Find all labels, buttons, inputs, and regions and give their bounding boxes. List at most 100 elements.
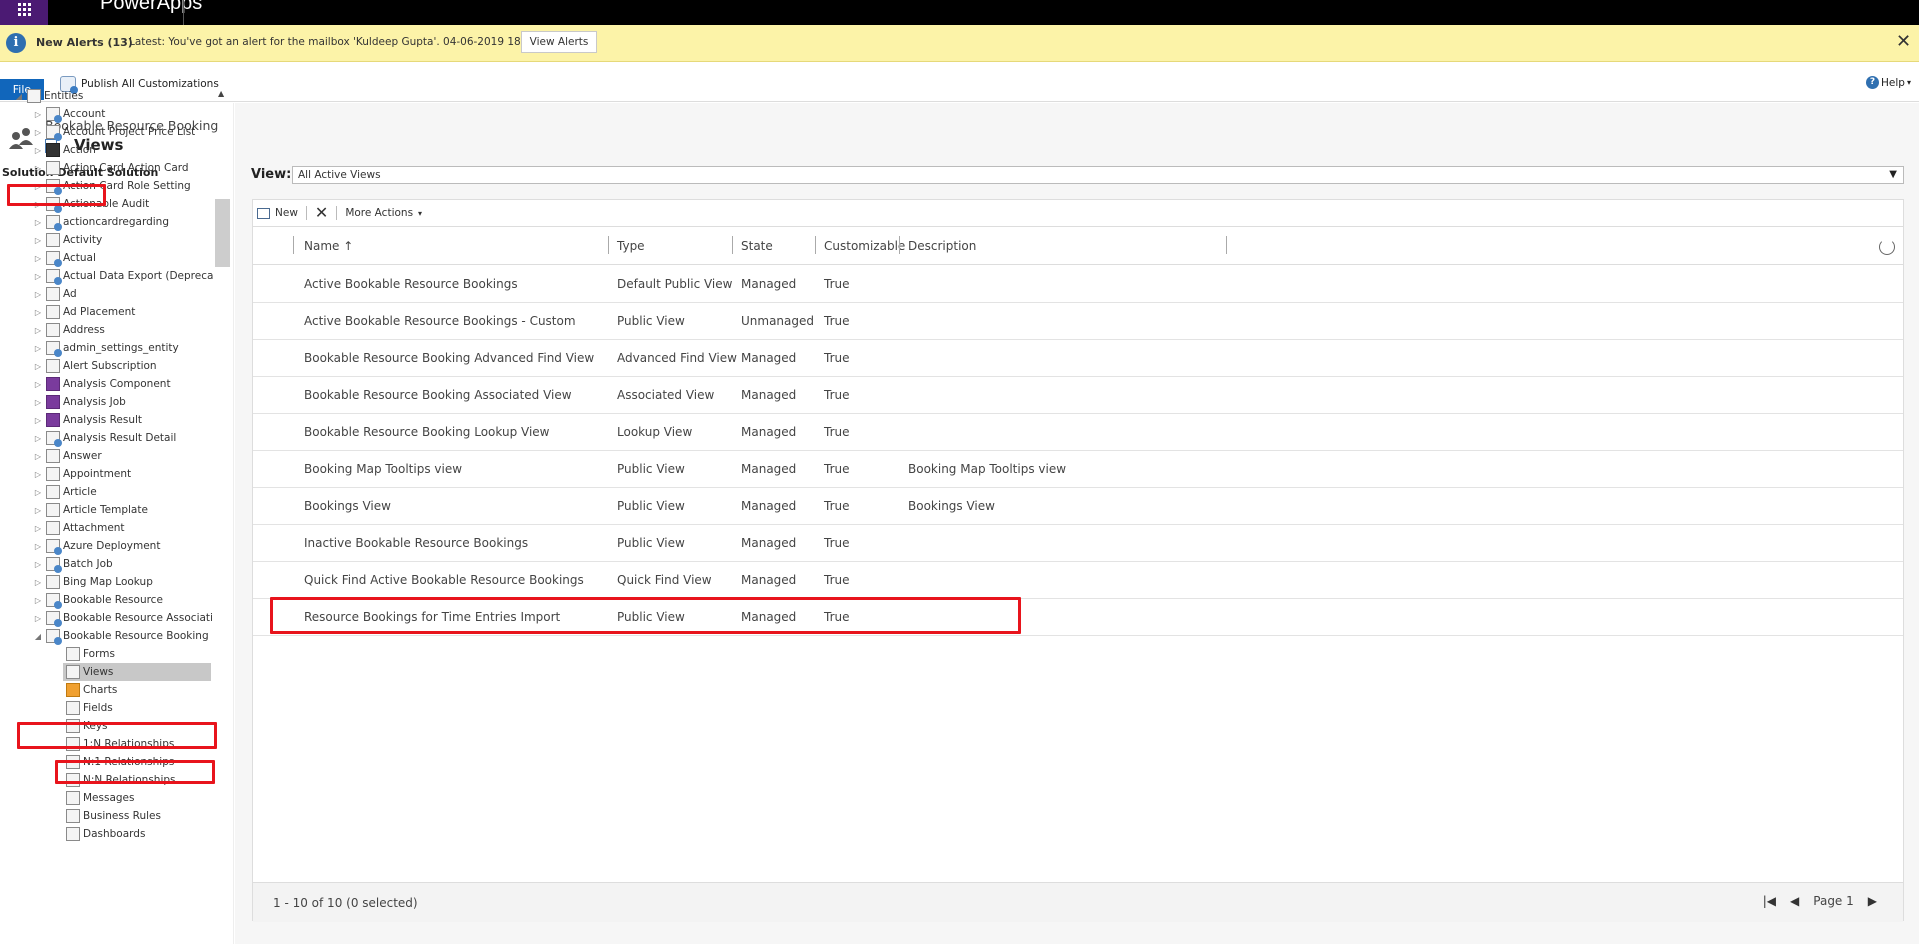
tree-item[interactable]: ▷ Appointment bbox=[33, 465, 131, 483]
tree-item[interactable]: ▷ Bookable Resource Associati... bbox=[33, 609, 214, 627]
cell-name[interactable]: Bookable Resource Booking Lookup View bbox=[304, 425, 550, 439]
tree-item[interactable]: ▷ Activity bbox=[33, 231, 102, 249]
tree-item[interactable]: ▷ Action bbox=[33, 141, 96, 159]
column-divider[interactable] bbox=[608, 236, 609, 254]
view-alerts-button[interactable]: View Alerts bbox=[521, 31, 597, 53]
collapsed-arrow-icon[interactable]: ▷ bbox=[33, 506, 43, 515]
collapsed-arrow-icon[interactable]: ▷ bbox=[33, 434, 43, 443]
expanded-arrow-icon[interactable]: ◢ bbox=[33, 632, 43, 641]
tree-item[interactable]: ▷ Article bbox=[33, 483, 97, 501]
tree-item[interactable]: ▷ Bookable Resource bbox=[33, 591, 163, 609]
tree-item[interactable]: ▷ Alert Subscription bbox=[33, 357, 157, 375]
help-button[interactable]: ? Help ▾ bbox=[1866, 76, 1911, 89]
table-row[interactable]: Bookings View Public View Managed True Booki… bbox=[253, 488, 1903, 525]
collapsed-arrow-icon[interactable]: ▷ bbox=[33, 254, 43, 263]
tree-item[interactable]: ▷ Bing Map Lookup bbox=[33, 573, 153, 591]
cell-name[interactable]: Booking Map Tooltips view bbox=[304, 462, 462, 476]
column-divider[interactable] bbox=[732, 236, 733, 254]
new-button[interactable]: New bbox=[253, 200, 298, 226]
tree-item[interactable]: Business Rules bbox=[63, 807, 161, 825]
tree-item[interactable]: ▷ Analysis Component bbox=[33, 375, 171, 393]
cell-name[interactable]: Quick Find Active Bookable Resource Book… bbox=[304, 573, 584, 587]
column-divider[interactable] bbox=[293, 236, 294, 254]
tree-item[interactable]: ▷ Action Card Action Card bbox=[33, 159, 189, 177]
tree-item[interactable]: Dashboards bbox=[63, 825, 145, 841]
table-row[interactable]: Active Bookable Resource Bookings Default… bbox=[253, 266, 1903, 303]
tree-item[interactable]: ▷ Article Template bbox=[33, 501, 148, 519]
collapsed-arrow-icon[interactable]: ▷ bbox=[33, 398, 43, 407]
table-row[interactable]: Bookable Resource Booking Associated Vie… bbox=[253, 377, 1903, 414]
table-row[interactable]: Bookable Resource Booking Lookup View Loo… bbox=[253, 414, 1903, 451]
collapsed-arrow-icon[interactable]: ▷ bbox=[33, 236, 43, 245]
tree-item[interactable]: ▷ Actual Data Export (Depreca... bbox=[33, 267, 214, 285]
column-header-customizable[interactable]: Customizable bbox=[824, 239, 905, 253]
collapsed-arrow-icon[interactable]: ▷ bbox=[33, 164, 43, 173]
tree-item[interactable]: ▷ Account bbox=[33, 105, 105, 123]
more-actions-button[interactable]: More Actions ▾ bbox=[345, 200, 422, 226]
collapsed-arrow-icon[interactable]: ▷ bbox=[33, 560, 43, 569]
table-row[interactable]: Quick Find Active Bookable Resource Book… bbox=[253, 562, 1903, 599]
tree-item[interactable]: Fields bbox=[63, 699, 113, 717]
tree-item[interactable]: ▷ Address bbox=[33, 321, 105, 339]
collapsed-arrow-icon[interactable]: ▷ bbox=[33, 524, 43, 533]
app-title[interactable]: PowerApps bbox=[100, 0, 202, 15]
tree-item[interactable]: Views bbox=[63, 663, 211, 681]
tree-item[interactable]: ▷ Ad Placement bbox=[33, 303, 135, 321]
cell-name[interactable]: Inactive Bookable Resource Bookings bbox=[304, 536, 528, 550]
column-divider[interactable] bbox=[1226, 236, 1227, 254]
collapsed-arrow-icon[interactable]: ▷ bbox=[33, 416, 43, 425]
collapsed-arrow-icon[interactable]: ▷ bbox=[33, 128, 43, 137]
scroll-up-icon[interactable]: ▲ bbox=[218, 89, 224, 98]
tree-item[interactable]: Messages bbox=[63, 789, 135, 807]
collapsed-arrow-icon[interactable]: ▷ bbox=[33, 578, 43, 587]
collapsed-arrow-icon[interactable]: ▷ bbox=[33, 614, 43, 623]
collapsed-arrow-icon[interactable]: ▷ bbox=[33, 542, 43, 551]
tree-item[interactable]: ▷ Attachment bbox=[33, 519, 125, 537]
first-page-icon[interactable]: |◀ bbox=[1763, 894, 1776, 908]
delete-button[interactable]: ✕ bbox=[315, 200, 328, 226]
next-page-icon[interactable]: ▶ bbox=[1868, 894, 1877, 908]
table-row[interactable]: Inactive Bookable Resource Bookings Publi… bbox=[253, 525, 1903, 562]
tree-item[interactable]: Forms bbox=[63, 645, 115, 663]
column-divider[interactable] bbox=[899, 236, 900, 254]
tree-item[interactable]: Charts bbox=[63, 681, 117, 699]
collapsed-arrow-icon[interactable]: ▷ bbox=[33, 452, 43, 461]
collapsed-arrow-icon[interactable]: ▷ bbox=[33, 380, 43, 389]
tree-item[interactable]: ▷ actioncardregarding bbox=[33, 213, 169, 231]
collapsed-arrow-icon[interactable]: ▷ bbox=[33, 470, 43, 479]
cell-name[interactable]: Bookings View bbox=[304, 499, 391, 513]
table-row[interactable]: Booking Map Tooltips view Public View Mana… bbox=[253, 451, 1903, 488]
tree-item[interactable]: ▷ Batch Job bbox=[33, 555, 113, 573]
tree-item[interactable]: ▷ Answer bbox=[33, 447, 102, 465]
collapsed-arrow-icon[interactable]: ▷ bbox=[33, 596, 43, 605]
view-selector[interactable]: All Active Views ▼ bbox=[292, 166, 1904, 184]
tree-item[interactable]: ◢ Bookable Resource Booking bbox=[33, 627, 209, 645]
collapsed-arrow-icon[interactable]: ▷ bbox=[33, 362, 43, 371]
cell-name[interactable]: Bookable Resource Booking Advanced Find … bbox=[304, 351, 594, 365]
collapsed-arrow-icon[interactable]: ▷ bbox=[33, 110, 43, 119]
cell-name[interactable]: Bookable Resource Booking Associated Vie… bbox=[304, 388, 572, 402]
table-row[interactable]: Bookable Resource Booking Advanced Find … bbox=[253, 340, 1903, 377]
cell-name[interactable]: Active Bookable Resource Bookings bbox=[304, 277, 518, 291]
collapsed-arrow-icon[interactable]: ▷ bbox=[33, 218, 43, 227]
column-header-description[interactable]: Description bbox=[908, 239, 976, 253]
tree-item[interactable]: ▷ Analysis Result Detail bbox=[33, 429, 176, 447]
tree-item[interactable]: ▷ Azure Deployment bbox=[33, 537, 160, 555]
tree-item[interactable]: ▷ admin_settings_entity bbox=[33, 339, 179, 357]
column-header-name[interactable]: Name ↑ bbox=[304, 239, 353, 253]
column-header-state[interactable]: State bbox=[741, 239, 773, 253]
cell-name[interactable]: Active Bookable Resource Bookings - Cust… bbox=[304, 314, 576, 328]
collapsed-arrow-icon[interactable]: ▷ bbox=[33, 344, 43, 353]
tree-item[interactable]: ▷ Actual bbox=[33, 249, 96, 267]
collapsed-arrow-icon[interactable]: ▷ bbox=[33, 290, 43, 299]
previous-page-icon[interactable]: ◀ bbox=[1790, 894, 1799, 908]
close-icon[interactable]: ✕ bbox=[1896, 31, 1911, 52]
tree-item[interactable]: ▷ Account Project Price List bbox=[33, 123, 195, 141]
table-row[interactable]: Active Bookable Resource Bookings - Cust… bbox=[253, 303, 1903, 340]
collapsed-arrow-icon[interactable]: ▷ bbox=[33, 326, 43, 335]
tree-item[interactable]: ▷ Analysis Result bbox=[33, 411, 142, 429]
expanded-arrow-icon[interactable]: ◢ bbox=[14, 92, 24, 101]
scroll-thumb[interactable] bbox=[215, 199, 230, 267]
collapsed-arrow-icon[interactable]: ▷ bbox=[33, 308, 43, 317]
tree-item[interactable]: ▷ Analysis Job bbox=[33, 393, 126, 411]
